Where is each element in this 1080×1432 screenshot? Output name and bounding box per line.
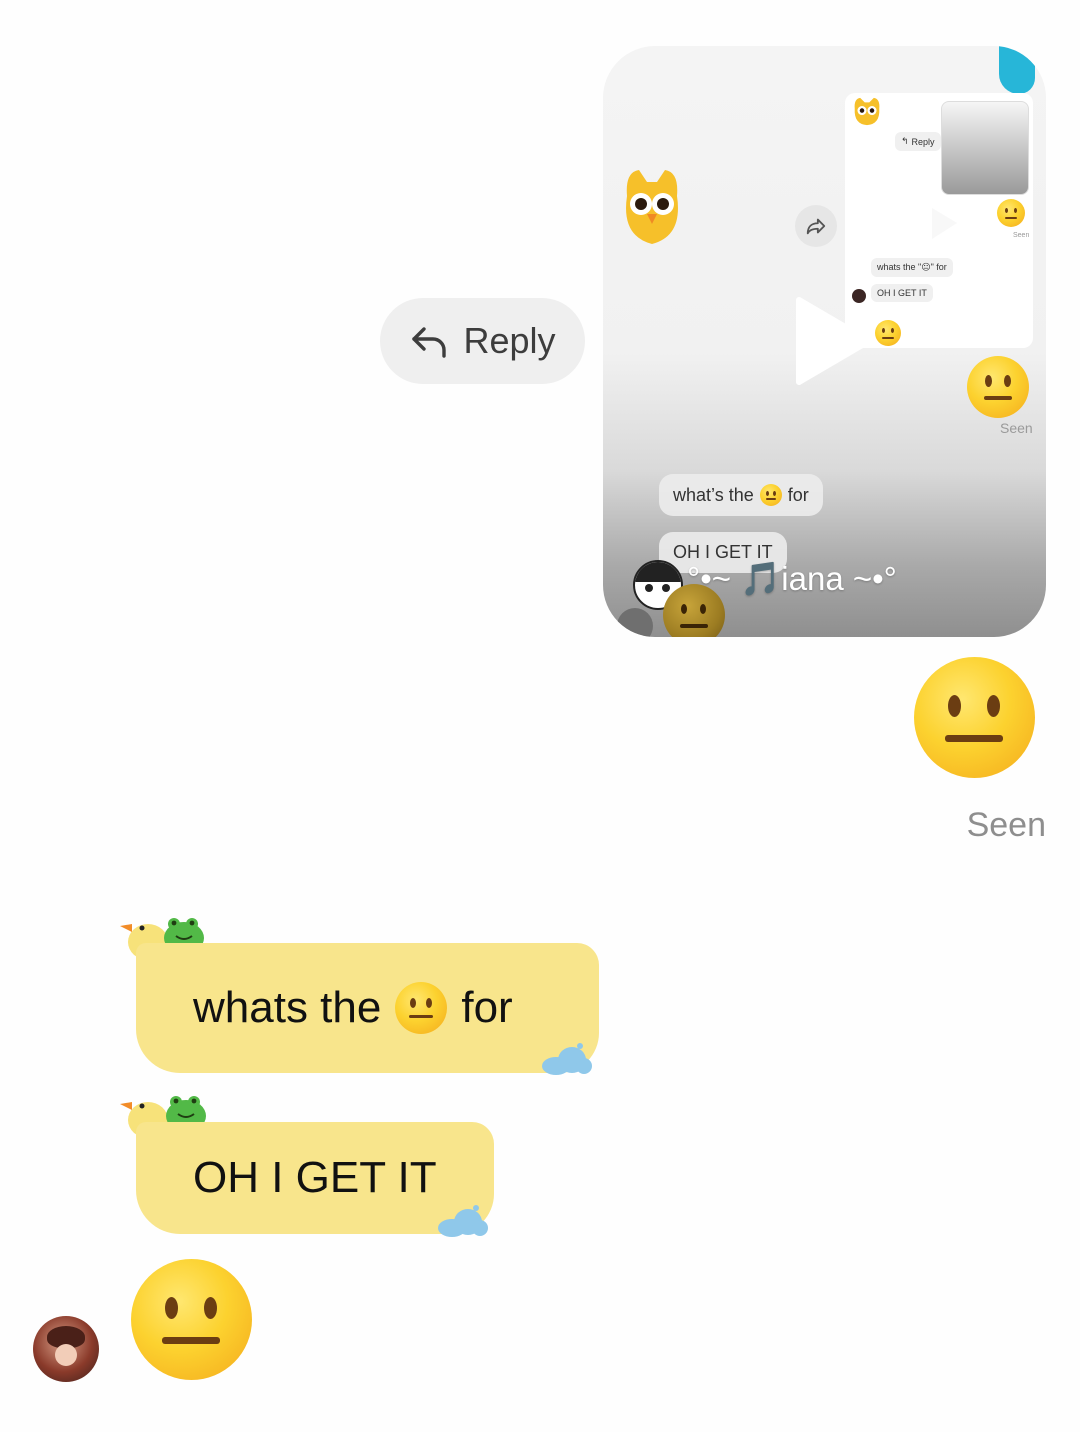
cloud-decoration: [436, 1204, 488, 1238]
message-text: OH I GET IT: [193, 1153, 437, 1202]
neutral-face-emoji: [395, 982, 448, 1034]
seen-status: Seen: [966, 806, 1046, 844]
card-message-1: what’s the for: [659, 474, 823, 516]
nested-thumbnail: [941, 101, 1029, 195]
play-icon[interactable]: [793, 296, 873, 386]
play-icon: [932, 208, 957, 239]
nested-reply-label: ↰ Reply: [895, 132, 941, 151]
forward-button[interactable]: [795, 205, 837, 247]
sender-avatar[interactable]: [33, 1316, 99, 1382]
neutral-face-emoji: [663, 584, 725, 637]
shared-reel-card[interactable]: ↰Reply whats the "😐" for OH I GET IT MAA…: [603, 46, 1046, 637]
cloud-decoration: [540, 1042, 592, 1076]
owl-emoji-icon: [617, 166, 687, 246]
nested-message-1: whats the "😐" for: [871, 258, 953, 277]
message-text: for: [461, 983, 513, 1032]
reply-label: Reply: [463, 320, 556, 361]
sent-neutral-face-emoji[interactable]: [914, 657, 1035, 778]
nested-seen: Seen: [1013, 232, 1030, 239]
reply-button[interactable]: Reply: [380, 298, 585, 384]
neutral-face-emoji: [997, 199, 1025, 227]
forward-icon: [806, 218, 826, 235]
reply-arrow-icon: [412, 327, 447, 358]
nested-message-2: OH I GET IT: [871, 284, 933, 302]
neutral-face-emoji: [759, 484, 782, 506]
corner-accent: [999, 46, 1035, 94]
message-text: whats the: [193, 983, 382, 1032]
viewer-avatar: [617, 608, 653, 637]
reel-caption: °•~ 🎵iana ~•°: [687, 560, 897, 597]
received-message-bubble[interactable]: whats the for: [136, 943, 599, 1073]
neutral-face-emoji: [875, 320, 901, 346]
owl-emoji-icon: [851, 96, 883, 126]
received-neutral-face-emoji[interactable]: [131, 1259, 252, 1380]
card-seen-label: Seen: [1000, 420, 1033, 436]
neutral-face-emoji: [967, 356, 1029, 418]
